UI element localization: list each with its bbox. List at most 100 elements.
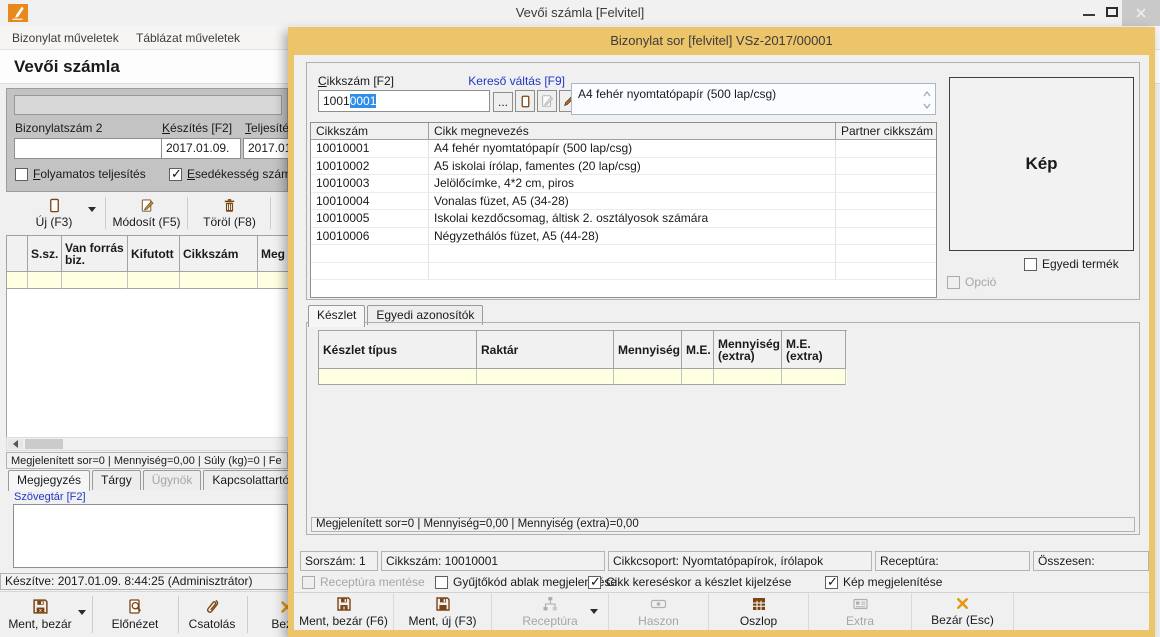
rows-grid: S.sz. Van forrás biz. Kifutott Cikkszám … — [6, 235, 288, 437]
egyedi-termek-checkbox[interactable] — [1024, 258, 1037, 271]
opcio-checkbox[interactable] — [947, 276, 960, 289]
stock-table: Készlet típus Raktár Mennyiség M.E. Menn… — [318, 330, 847, 385]
lookup-button[interactable]: ... — [493, 92, 513, 112]
cikkszam-value-selected: 0001 — [350, 94, 377, 108]
item-row[interactable]: 10010006 Négyzethálós füzet, A5 (44-28) — [311, 228, 936, 246]
grid-header-van-forras[interactable]: Van forrás biz. — [62, 236, 128, 272]
maximize-button[interactable] — [1106, 7, 1118, 17]
save-close-button[interactable]: x Ment, bezár — [2, 592, 78, 637]
svg-text:x: x — [39, 608, 42, 614]
kep-megjelenites-option[interactable]: Kép megjelenítése — [825, 575, 942, 589]
gyujtokod-checkbox[interactable] — [435, 576, 448, 589]
note-textarea[interactable] — [13, 504, 288, 568]
kep-label: Kép — [1025, 154, 1057, 174]
spinner-icons[interactable] — [922, 88, 932, 112]
preview-icon — [127, 598, 143, 615]
folyamatos-label: Folyamatos teljesítés — [33, 167, 146, 181]
tab-targy[interactable]: Tárgy — [92, 470, 141, 490]
trash-icon — [222, 198, 237, 213]
grid-empty-row[interactable] — [7, 272, 288, 289]
stock-empty-row[interactable] — [319, 369, 847, 385]
keszites-input[interactable]: 2017.01.09. — [161, 138, 241, 159]
col-partner-cikkszam[interactable]: Partner cikkszám — [836, 123, 936, 139]
main-bottom-toolbar: x Ment, bezár Előnézet Csatolás Bezár — [0, 591, 288, 637]
item-row[interactable]: 10010001 A4 fehér nyomtatópapír (500 lap… — [311, 140, 936, 158]
rows-hscrollbar[interactable] — [6, 437, 288, 451]
dlg-close-button[interactable]: Bezár (Esc) — [912, 593, 1014, 630]
stock-col-mennyiseg-extra[interactable]: Mennyiség (extra) — [714, 331, 782, 369]
receptura-dropdown-icon[interactable] — [590, 609, 598, 614]
tab-ugynok[interactable]: Ügynök — [143, 470, 202, 490]
menu-tablazat-muveletek[interactable]: Táblázat műveletek — [136, 31, 240, 45]
dlg-save-close-button[interactable]: x Ment, bezár (F6) — [294, 593, 394, 630]
receptura-mentese-option[interactable]: Receptúra mentése — [302, 575, 425, 589]
col-cikk-megnevezes[interactable]: Cikk megnevezés — [429, 123, 836, 139]
keszlet-kijelzes-checkbox[interactable] — [588, 576, 601, 589]
edit-item-button-disabled[interactable] — [537, 90, 557, 112]
grid-header-cikkszam[interactable]: Cikkszám — [180, 236, 258, 272]
keszlet-kijelzes-option[interactable]: Cikk kereséskor a készlet kijelzése — [588, 575, 791, 589]
item-row[interactable]: 10010002 A5 iskolai írólap, famentes (20… — [311, 158, 936, 176]
tab-keszlet[interactable]: Készlet — [308, 305, 365, 327]
kep-megjelenites-checkbox[interactable] — [825, 576, 838, 589]
col-cikkszam[interactable]: Cikkszám — [311, 123, 429, 139]
rows-status-bar: Megjelenített sor=0 | Mennyiség=0,00 | S… — [6, 452, 288, 469]
stock-panel: Készlet típus Raktár Mennyiség M.E. Menn… — [306, 322, 1140, 535]
svg-text:x: x — [342, 605, 345, 611]
invoice-header-panel: Bizonylatszám 2 Készítés [F2] Teljesítés… — [6, 88, 288, 192]
dlg-haszon-button[interactable]: Haszon — [609, 593, 709, 630]
esedekesseg-checkbox[interactable] — [169, 168, 182, 181]
dlg-extra-button[interactable]: Extra — [809, 593, 912, 630]
item-row[interactable]: 10010003 Jelölőcímke, 4*2 cm, piros — [311, 175, 936, 193]
tab-kapcsolattarto[interactable]: Kapcsolattartó — [203, 470, 288, 490]
item-row[interactable]: 10010004 Vonalas füzet, A5 (34-28) — [311, 193, 936, 211]
stock-col-me[interactable]: M.E. — [682, 331, 714, 369]
partner-field[interactable] — [14, 95, 282, 115]
stock-col-keszlet-tipus[interactable]: Készlet típus — [319, 331, 477, 369]
scroll-left-button[interactable] — [8, 439, 23, 449]
receptura-mentese-checkbox[interactable] — [302, 576, 315, 589]
rows-toolbar: Új (F3) Módosít (F5) Töröl (F8) — [6, 193, 288, 233]
item-row[interactable]: 10010005 Iskolai kezdőcsomag, áltisk 2. … — [311, 210, 936, 228]
kep-megjelenites-label: Kép megjelenítése — [843, 575, 942, 589]
new-item-button[interactable] — [515, 90, 535, 112]
folyamatos-checkbox[interactable] — [15, 168, 28, 181]
attach-button[interactable]: Csatolás — [180, 592, 244, 637]
opcio-option[interactable]: Opció — [947, 275, 996, 289]
delete-row-button[interactable]: Töröl (F8) — [192, 193, 267, 233]
new-row-button[interactable]: Új (F3) — [14, 193, 94, 233]
dlg-save-new-button[interactable]: Ment, új (F3) — [394, 593, 492, 630]
new-page-icon — [519, 94, 532, 109]
close-x-icon — [955, 596, 970, 611]
minimize-button[interactable] — [1083, 14, 1095, 16]
stock-col-mennyiseg[interactable]: Mennyiség — [614, 331, 682, 369]
dlg-oszlop-button[interactable]: Oszlop — [709, 593, 809, 630]
kereso-valtas-link[interactable]: Kereső váltás [F9] — [465, 74, 565, 88]
grid-header-kifutott[interactable]: Kifutott — [128, 236, 180, 272]
szovegtar-link[interactable]: Szövegtár [F2] — [14, 491, 86, 503]
scroll-thumb[interactable] — [25, 439, 63, 449]
close-button[interactable] — [1122, 0, 1160, 26]
preview-button[interactable]: Előnézet — [97, 592, 173, 637]
grid-header-megnevezes[interactable]: Meg — [258, 236, 288, 272]
menu-bizonylat-muveletek[interactable]: Bizonylat műveletek — [12, 31, 119, 45]
item-row-empty — [311, 245, 936, 263]
grid-header-ssz[interactable]: S.sz. — [28, 236, 62, 272]
cikkszam-input[interactable]: 10010001 — [318, 90, 490, 112]
save-close-dropdown-icon[interactable] — [78, 610, 86, 615]
egyedi-termek-option[interactable]: Egyedi termék — [1024, 257, 1119, 271]
dlg-receptura-button[interactable]: Receptúra — [492, 593, 609, 630]
edit-icon — [540, 94, 554, 108]
grid-body — [7, 289, 288, 437]
dialog-bizonylat-sor: Bizonylat sor [felvitel] VSz-2017/00001 … — [288, 27, 1155, 637]
tab-megjegyzes[interactable]: Megjegyzés — [8, 470, 90, 491]
stock-status-bar: Megjelenített sor=0 | Mennyiség=0,00 | M… — [311, 517, 1135, 532]
bizonylatszam2-input[interactable] — [14, 138, 162, 159]
stock-col-raktar[interactable]: Raktár — [477, 331, 614, 369]
edit-row-button[interactable]: Módosít (F5) — [109, 193, 184, 233]
grid-header-selector — [7, 236, 28, 272]
new-row-dropdown-icon[interactable] — [88, 207, 96, 212]
save-icon — [435, 596, 451, 612]
stock-col-me-extra[interactable]: M.E. (extra) — [782, 331, 846, 369]
folyamatos-teljesites-option[interactable]: Folyamatos teljesítés — [15, 167, 146, 181]
